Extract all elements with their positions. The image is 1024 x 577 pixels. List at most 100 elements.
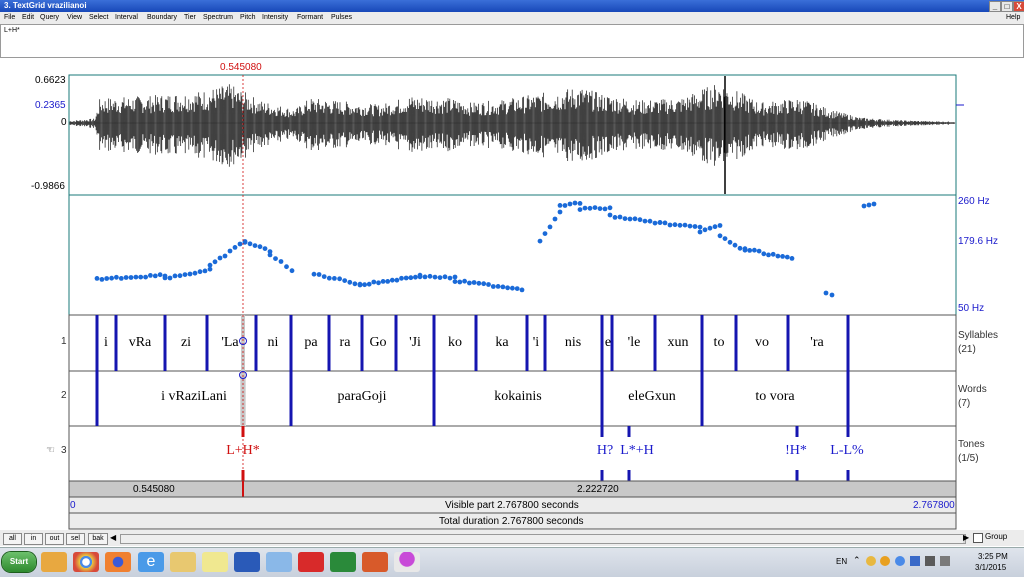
tier-1-name[interactable]: Syllables <box>958 330 998 341</box>
close-button[interactable]: X <box>1013 1 1024 12</box>
syllable-interval[interactable]: vRa <box>129 335 152 351</box>
interval-text-field[interactable]: L+H* <box>0 24 1024 58</box>
syllable-interval[interactable]: 'le <box>628 335 641 351</box>
syllable-interval[interactable]: 'i <box>533 335 539 351</box>
excel-icon[interactable] <box>330 552 356 572</box>
pitch-point <box>707 225 713 231</box>
word-interval[interactable]: to vora <box>755 389 794 405</box>
word-interval[interactable]: eleGxun <box>628 389 675 405</box>
minimize-button[interactable]: _ <box>989 1 1001 12</box>
syllable-interval[interactable]: ni <box>268 335 279 351</box>
volume-icon[interactable] <box>940 556 950 566</box>
tray-icon[interactable] <box>866 556 876 566</box>
menu-query[interactable]: Query <box>40 14 59 21</box>
pitch-point <box>789 256 795 261</box>
chrome-icon[interactable] <box>73 552 99 572</box>
tone-point[interactable]: L+H* <box>226 443 260 459</box>
pitch-point <box>289 268 295 274</box>
group-checkbox[interactable] <box>973 533 983 543</box>
syllable-interval[interactable]: ra <box>340 335 351 351</box>
pitch-frame <box>68 194 957 316</box>
tone-point[interactable]: !H* <box>785 443 807 459</box>
powerpoint-icon[interactable] <box>362 552 388 572</box>
pitch-point <box>237 241 243 247</box>
menu-formant[interactable]: Formant <box>297 14 323 21</box>
pitch-point <box>389 277 395 283</box>
zoom-selection-button[interactable]: sel <box>66 533 85 545</box>
internet-explorer-icon[interactable]: e <box>138 552 164 572</box>
word-interval[interactable]: paraGoji <box>338 389 387 405</box>
menu-tier[interactable]: Tier <box>184 14 196 21</box>
praat-icon[interactable] <box>266 552 292 572</box>
firefox-icon[interactable] <box>105 552 131 572</box>
menu-pulses[interactable]: Pulses <box>331 14 352 21</box>
tray-icon[interactable] <box>910 556 920 566</box>
pitch-point <box>447 275 453 281</box>
editor-canvas[interactable] <box>0 56 1024 530</box>
scrollbar-thumb[interactable] <box>121 535 963 543</box>
menu-edit[interactable]: Edit <box>22 14 34 21</box>
zoom-in-button[interactable]: in <box>24 533 43 545</box>
pitch-point <box>172 273 178 279</box>
language-indicator[interactable]: EN <box>836 557 847 566</box>
tray-expand-icon[interactable]: ⌃ <box>853 555 861 566</box>
sticky-notes-icon[interactable] <box>202 552 228 572</box>
syllable-interval[interactable]: ka <box>495 335 508 351</box>
menu-pitch[interactable]: Pitch <box>240 14 256 21</box>
start-button[interactable]: Start <box>2 552 36 572</box>
acrobat-icon[interactable] <box>298 552 324 572</box>
pitch-point <box>332 276 337 281</box>
syllable-interval[interactable]: 'ra <box>810 335 823 351</box>
word-interval[interactable]: kokainis <box>494 389 541 405</box>
syllable-interval[interactable]: ko <box>448 335 462 351</box>
tier-3-name[interactable]: Tones <box>958 439 985 450</box>
tone-point[interactable]: H? <box>597 443 613 459</box>
syllable-interval[interactable]: Go <box>369 335 386 351</box>
pitch-point <box>118 276 124 281</box>
pitch-point <box>592 205 598 211</box>
syllable-interval[interactable]: i <box>104 335 108 351</box>
zoom-all-button[interactable]: all <box>3 533 22 545</box>
syllable-interval[interactable]: nis <box>565 335 581 351</box>
menu-boundary[interactable]: Boundary <box>147 14 177 21</box>
syllable-interval[interactable]: 'Ji <box>409 335 421 351</box>
network-icon[interactable] <box>925 556 935 566</box>
clock-date[interactable]: 3/1/2015 <box>975 563 1006 572</box>
tone-point[interactable]: L*+H <box>620 443 654 459</box>
word-icon[interactable] <box>234 552 260 572</box>
syllable-interval[interactable]: xun <box>668 335 689 351</box>
maximize-button[interactable]: □ <box>1001 1 1013 12</box>
app-icon[interactable] <box>394 552 420 572</box>
menu-select[interactable]: Select <box>89 14 108 21</box>
zoom-scroll-bar: all in out sel bak ◀ ▶ Group <box>0 530 1024 546</box>
syllable-interval[interactable]: zi <box>181 335 191 351</box>
syllable-interval[interactable]: 'La <box>221 335 238 351</box>
pitch-point <box>177 273 183 279</box>
scroll-left-icon[interactable]: ◀ <box>110 533 116 542</box>
tone-point[interactable]: L-L% <box>830 443 863 459</box>
menu-file[interactable]: File <box>4 14 15 21</box>
syllable-interval[interactable]: to <box>714 335 725 351</box>
menu-view[interactable]: View <box>67 14 82 21</box>
file-explorer-icon[interactable] <box>170 552 196 572</box>
horizontal-scrollbar[interactable] <box>120 534 966 544</box>
clock-time[interactable]: 3:25 PM <box>978 552 1008 561</box>
syllable-interval[interactable]: pa <box>304 335 317 351</box>
menu-help[interactable]: Help <box>1006 14 1020 21</box>
group-label: Group <box>985 532 1008 541</box>
tier-2-name[interactable]: Words <box>958 384 987 395</box>
syllable-interval[interactable]: vo <box>755 335 769 351</box>
zoom-back-button[interactable]: bak <box>88 533 108 545</box>
menu-interval[interactable]: Interval <box>115 14 138 21</box>
scroll-right-icon[interactable]: ▶ <box>963 533 969 542</box>
menu-spectrum[interactable]: Spectrum <box>203 14 233 21</box>
selection-segment-bar[interactable] <box>68 480 957 498</box>
zoom-out-button[interactable]: out <box>45 533 64 545</box>
media-player-icon[interactable] <box>41 552 67 572</box>
tray-icon[interactable] <box>895 556 905 566</box>
menu-intensity[interactable]: Intensity <box>262 14 288 21</box>
tray-icon[interactable] <box>880 556 890 566</box>
pitch-point <box>417 272 423 278</box>
word-interval[interactable]: i vRaziLani <box>161 389 227 405</box>
syllable-interval[interactable]: e <box>605 335 611 351</box>
